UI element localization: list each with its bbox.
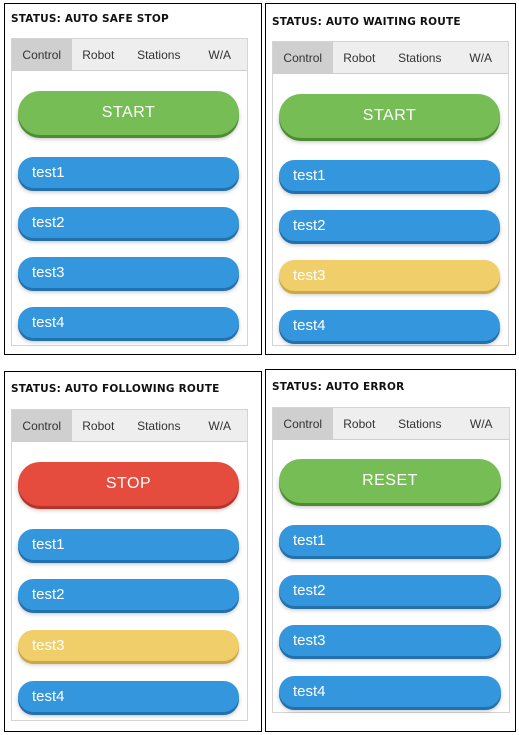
- tab-robot[interactable]: Robot: [72, 410, 126, 441]
- start-button[interactable]: START: [18, 91, 239, 135]
- test3-button[interactable]: test3: [18, 257, 239, 288]
- tab-wa[interactable]: W/A: [453, 408, 509, 439]
- tab-wa[interactable]: W/A: [192, 39, 247, 70]
- test4-button[interactable]: test4: [279, 676, 501, 707]
- tab-stations[interactable]: Stations: [386, 42, 453, 73]
- tab-wa[interactable]: W/A: [453, 42, 508, 73]
- tab-bar: Control Robot Stations W/A: [273, 42, 508, 74]
- tab-control[interactable]: Control: [273, 408, 333, 439]
- test3-button[interactable]: test3: [279, 625, 501, 656]
- status-label: STATUS: AUTO FOLLOWING ROUTE: [11, 383, 220, 395]
- test1-button[interactable]: test1: [279, 525, 501, 556]
- tab-wa[interactable]: W/A: [192, 410, 247, 441]
- status-label: STATUS: AUTO ERROR: [272, 381, 405, 393]
- tab-control[interactable]: Control: [12, 39, 72, 70]
- tab-robot[interactable]: Robot: [333, 42, 387, 73]
- tab-bar: Control Robot Stations W/A: [12, 410, 247, 442]
- tab-bar: Control Robot Stations W/A: [12, 39, 247, 71]
- status-label: STATUS: AUTO WAITING ROUTE: [272, 16, 461, 28]
- status-label: STATUS: AUTO SAFE STOP: [11, 13, 169, 25]
- status-panel-1: STATUS: AUTO SAFE STOP Control Robot Sta…: [4, 3, 262, 355]
- test4-button[interactable]: test4: [18, 681, 239, 712]
- control-card: Control Robot Stations W/A RESET test1 t…: [272, 407, 510, 713]
- reset-button[interactable]: RESET: [279, 459, 501, 503]
- control-card: Control Robot Stations W/A START test1 t…: [272, 41, 509, 346]
- test4-button[interactable]: test4: [18, 307, 239, 338]
- tab-robot[interactable]: Robot: [72, 39, 126, 70]
- test2-button[interactable]: test2: [18, 207, 239, 238]
- test1-button[interactable]: test1: [18, 157, 239, 188]
- status-panel-2: STATUS: AUTO WAITING ROUTE Control Robot…: [265, 3, 516, 355]
- tab-stations[interactable]: Stations: [125, 39, 192, 70]
- status-panel-3: STATUS: AUTO FOLLOWING ROUTE Control Rob…: [4, 371, 262, 732]
- control-card: Control Robot Stations W/A START test1 t…: [11, 38, 248, 346]
- tab-stations[interactable]: Stations: [386, 408, 453, 439]
- start-button[interactable]: START: [279, 94, 500, 138]
- tab-stations[interactable]: Stations: [125, 410, 192, 441]
- test1-button[interactable]: test1: [279, 160, 500, 191]
- tab-bar: Control Robot Stations W/A: [273, 408, 509, 440]
- test1-button[interactable]: test1: [18, 529, 239, 560]
- tab-control[interactable]: Control: [12, 410, 72, 441]
- tab-robot[interactable]: Robot: [333, 408, 387, 439]
- tab-control[interactable]: Control: [273, 42, 333, 73]
- control-card: Control Robot Stations W/A STOP test1 te…: [11, 409, 248, 721]
- test3-button[interactable]: test3: [279, 260, 500, 291]
- status-panel-4: STATUS: AUTO ERROR Control Robot Station…: [265, 369, 516, 732]
- stop-button[interactable]: STOP: [18, 462, 239, 506]
- test2-button[interactable]: test2: [279, 575, 501, 606]
- test2-button[interactable]: test2: [279, 210, 500, 241]
- test4-button[interactable]: test4: [279, 310, 500, 341]
- test2-button[interactable]: test2: [18, 579, 239, 610]
- test3-button[interactable]: test3: [18, 630, 239, 661]
